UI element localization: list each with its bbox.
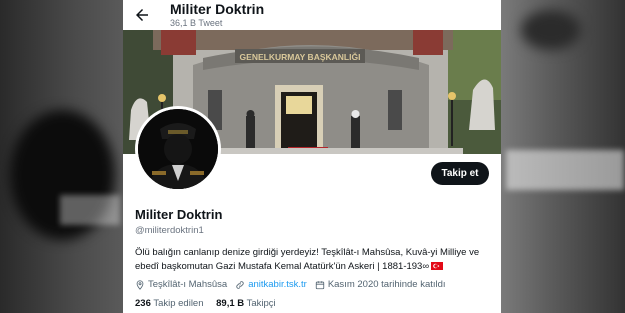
calendar-icon bbox=[315, 280, 324, 289]
location-text: Teşkîlât-ı Mahsûsa bbox=[148, 279, 228, 290]
followers-count: 89,1 B bbox=[216, 298, 245, 309]
back-arrow-icon[interactable] bbox=[133, 6, 151, 24]
meta-website[interactable]: anitkabir.tsk.tr bbox=[235, 279, 307, 290]
bio-line-2: ebedî başkomutan Gazi Mustafa Kemal Atat… bbox=[135, 260, 491, 274]
banner-sign-text: GENELKURMAY BAŞKANLIĞI bbox=[240, 51, 361, 62]
profile-bio: Ölü balığın canlanıp denize girdiği yerd… bbox=[135, 246, 491, 274]
bio-line-1: Ölü balığın canlanıp denize girdiği yerd… bbox=[135, 247, 480, 258]
blurred-background-left bbox=[0, 0, 123, 313]
location-pin-icon bbox=[136, 279, 144, 290]
tweet-count: 36,1 B Tweet bbox=[170, 18, 223, 28]
top-bar: Militer Doktrin 36,1 B Tweet bbox=[123, 0, 501, 30]
avatar[interactable] bbox=[135, 106, 221, 192]
following-stat[interactable]: 236 Takip edilen bbox=[135, 298, 204, 309]
followers-label: Takipçi bbox=[246, 298, 276, 309]
following-count: 236 bbox=[135, 298, 151, 309]
follow-button[interactable]: Takip et bbox=[431, 162, 489, 185]
meta-location: Teşkîlât-ı Mahsûsa bbox=[135, 279, 227, 290]
meta-joined: Kasım 2020 tarihinde katıldı bbox=[315, 279, 446, 290]
profile-handle: @militerdoktrin1 bbox=[135, 225, 204, 236]
profile-name: Militer Doktrin bbox=[135, 207, 223, 222]
bio-line-2-text: ebedî başkomutan Gazi Mustafa Kemal Atat… bbox=[135, 261, 430, 272]
profile-stats: 236 Takip edilen 89,1 B Takipçi bbox=[135, 298, 286, 309]
followers-stat[interactable]: 89,1 B Takipçi bbox=[216, 298, 276, 309]
website-link[interactable]: anitkabir.tsk.tr bbox=[248, 279, 307, 290]
turkish-flag-icon bbox=[431, 262, 444, 270]
joined-text: Kasım 2020 tarihinde katıldı bbox=[327, 279, 446, 290]
header-title: Militer Doktrin bbox=[170, 1, 265, 17]
profile-panel: Militer Doktrin 36,1 B Tweet GENELKURMAY… bbox=[123, 0, 501, 313]
following-label: Takip edilen bbox=[153, 298, 204, 309]
blurred-background-right bbox=[501, 0, 625, 313]
avatar-image bbox=[138, 109, 218, 189]
link-icon bbox=[236, 280, 244, 289]
profile-meta: Teşkîlât-ı Mahsûsa anitkabir.tsk.tr Kası… bbox=[135, 279, 454, 290]
